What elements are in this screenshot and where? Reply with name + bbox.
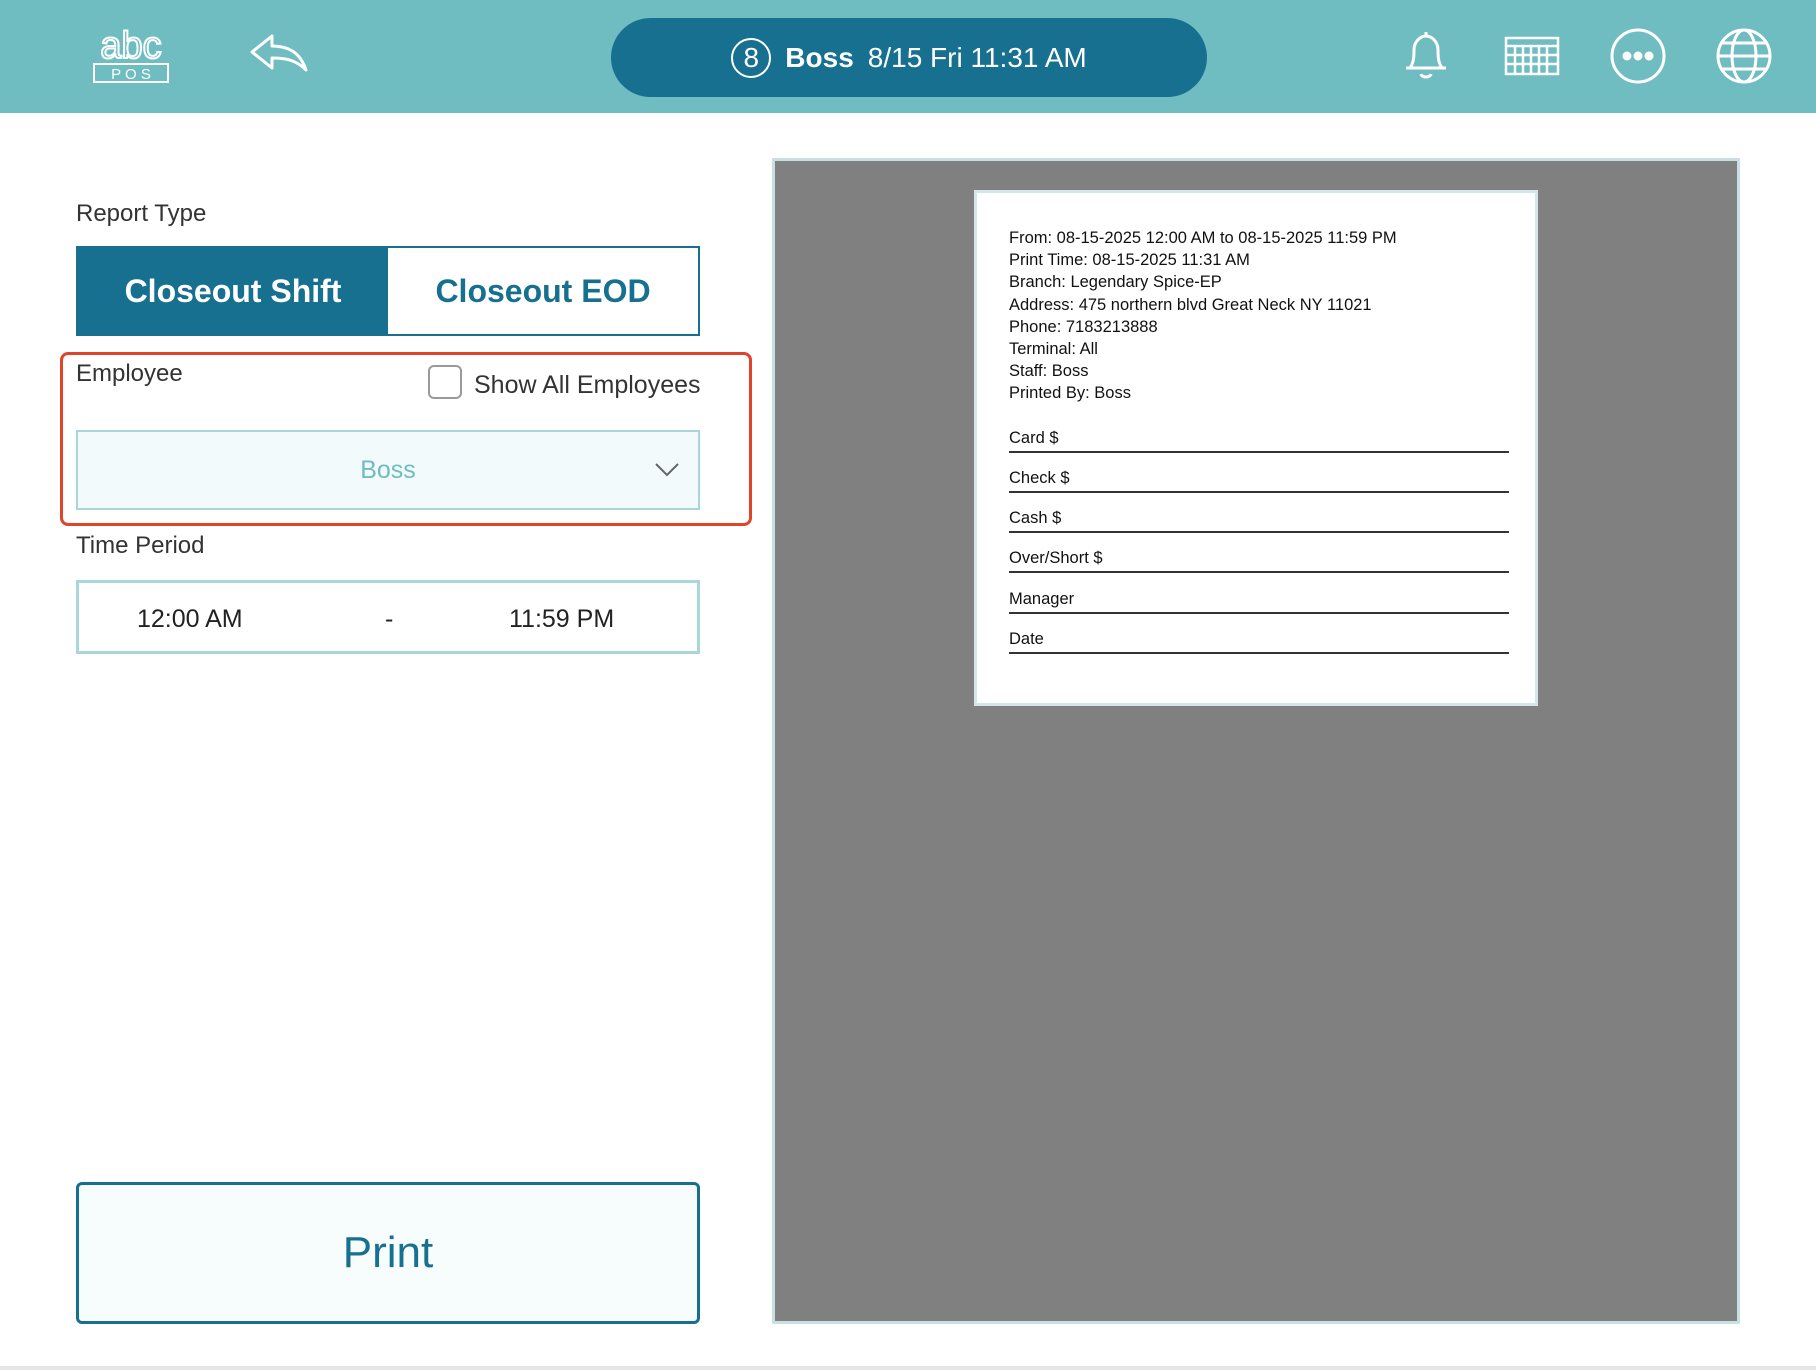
report-type-toggle: Closeout Shift Closeout EOD [76, 246, 700, 336]
receipt-line: Phone: 7183213888 [1009, 317, 1158, 336]
receipt-line: Address: 475 northern blvd Great Neck NY… [1009, 295, 1372, 314]
receipt-field-cash: Cash $ [1009, 505, 1509, 533]
receipt-line: From: 08-15-2025 12:00 AM to 08-15-2025 … [1009, 229, 1397, 247]
report-type-label: Report Type [76, 200, 207, 227]
closeout-shift-button[interactable]: Closeout Shift [78, 248, 388, 334]
receipt-field-card: Card $ [1009, 425, 1509, 453]
receipt-field-over-short: Over/Short $ [1009, 545, 1509, 573]
employee-select-value: Boss [360, 455, 416, 484]
employee-label: Employee [76, 360, 183, 387]
back-icon[interactable] [248, 30, 310, 78]
current-datetime: 8/15 Fri 11:31 AM [867, 41, 1087, 73]
station-badge: 8 [731, 37, 772, 78]
print-button[interactable]: Print [76, 1182, 700, 1324]
more-icon[interactable] [1608, 26, 1668, 86]
bell-icon[interactable] [1396, 26, 1456, 86]
receipt-field-manager: Manager [1009, 586, 1509, 614]
closeout-eod-button[interactable]: Closeout EOD [388, 248, 698, 334]
svg-text:abc: abc [100, 25, 161, 67]
time-period-field[interactable]: 12:00 AM - 11:59 PM [76, 580, 700, 654]
top-bar: abc P O S 8 Boss 8/15 Fri 11:31 AM [0, 0, 1816, 113]
chevron-down-icon [655, 463, 679, 477]
receipt-line: Printed By: Boss [1009, 384, 1131, 403]
current-user: Boss [785, 41, 854, 73]
receipt-line: Branch: Legendary Spice-EP [1009, 273, 1222, 292]
receipt-field-check: Check $ [1009, 465, 1509, 493]
user-session-pill[interactable]: 8 Boss 8/15 Fri 11:31 AM [611, 18, 1207, 97]
time-separator: - [385, 605, 394, 633]
receipt-field-date: Date [1009, 626, 1509, 654]
receipt-line: Staff: Boss [1009, 362, 1089, 381]
globe-icon[interactable] [1714, 26, 1774, 86]
time-period-label: Time Period [76, 532, 205, 559]
calendar-icon[interactable] [1502, 26, 1562, 86]
receipt-preview: From: 08-15-2025 12:00 AM to 08-15-2025 … [974, 190, 1538, 706]
start-time[interactable]: 12:00 AM [137, 605, 243, 634]
end-time[interactable]: 11:59 PM [509, 605, 614, 634]
receipt-line: Terminal: All [1009, 340, 1098, 359]
receipt-header: From: 08-15-2025 12:00 AM to 08-15-2025 … [1009, 227, 1397, 405]
bottom-divider [0, 1366, 1816, 1370]
receipt-line: Print Time: 08-15-2025 11:31 AM [1009, 251, 1250, 270]
abc-pos-logo: abc P O S [92, 24, 170, 84]
show-all-employees-label[interactable]: Show All Employees [474, 371, 701, 400]
show-all-employees-checkbox[interactable] [428, 365, 462, 399]
employee-select[interactable]: Boss [76, 430, 700, 510]
svg-text:P O S: P O S [111, 66, 151, 83]
